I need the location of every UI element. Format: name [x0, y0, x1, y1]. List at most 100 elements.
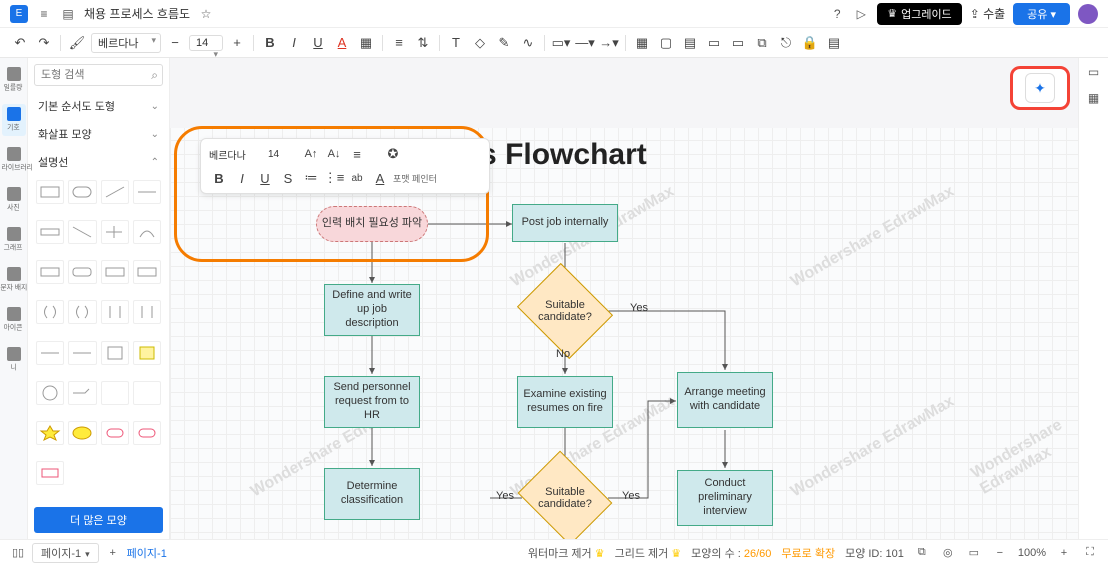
shape-cell[interactable] [68, 260, 96, 284]
shape-cell[interactable] [68, 300, 96, 324]
increase-font-icon[interactable]: + [227, 33, 247, 53]
canvas[interactable]: Wondershare EdrawMax Wondershare EdrawMa… [170, 58, 1078, 539]
decrease-size-icon[interactable]: A↓ [324, 144, 344, 164]
category-0[interactable]: 기본 순서도 도형⌄ [28, 92, 169, 120]
ai-button[interactable]: ✦ [1025, 73, 1055, 103]
shape-cell[interactable] [101, 180, 129, 204]
line-spacing-icon[interactable]: ⇅ [413, 33, 433, 53]
free-expand[interactable]: 무료로 확장 [781, 545, 835, 561]
strike-icon[interactable]: S [278, 168, 298, 188]
document-title[interactable]: 채용 프로세스 흐름도 [84, 5, 190, 22]
bold-icon[interactable]: B [260, 33, 280, 53]
format-painter-icon[interactable]: 🖌 [67, 33, 87, 53]
shape-cell[interactable] [133, 180, 161, 204]
watermark-remove[interactable]: 워터마크 제거 ♛ [528, 545, 605, 561]
more-shapes-button[interactable]: 더 많은 모양 [34, 507, 163, 533]
shape-cell[interactable] [36, 341, 64, 365]
arrow-icon[interactable]: →▾ [599, 33, 619, 53]
shape-cell[interactable] [133, 260, 161, 284]
rail-item-5[interactable]: 문자 배지 [2, 264, 26, 296]
underline-icon[interactable]: U [255, 168, 275, 188]
shape-cell[interactable] [133, 341, 161, 365]
avatar[interactable] [1078, 4, 1098, 24]
float-fontsize-select[interactable]: 14 [268, 149, 298, 160]
node-start[interactable]: 인력 배치 필요성 파악 [316, 206, 428, 242]
search-input[interactable] [34, 64, 163, 86]
font-color-icon[interactable]: A [332, 33, 352, 53]
shape-cell[interactable] [101, 341, 129, 365]
shape-cell[interactable] [68, 421, 96, 445]
play-icon[interactable]: ▷ [853, 6, 869, 22]
target-icon[interactable]: ◎ [940, 545, 956, 561]
redo-icon[interactable]: ↷ [34, 33, 54, 53]
rail-item-1[interactable]: 기호 [2, 104, 26, 136]
shape-cell[interactable] [36, 180, 64, 204]
connector-icon[interactable]: ∿ [518, 33, 538, 53]
shape-cell[interactable] [36, 260, 64, 284]
node-post[interactable]: Post job internally [512, 204, 618, 242]
align-icon[interactable]: ≡ [389, 33, 409, 53]
shape-cell[interactable] [101, 300, 129, 324]
star-icon[interactable]: ☆ [198, 6, 214, 22]
category-1[interactable]: 화살표 모양⌄ [28, 120, 169, 148]
rail-item-4[interactable]: 그래프 [2, 224, 26, 256]
zoom-value[interactable]: 100% [1018, 547, 1046, 559]
abc-icon[interactable]: ab [347, 168, 367, 188]
shape-cell[interactable] [36, 300, 64, 324]
image-icon[interactable]: ▢ [656, 33, 676, 53]
shape-cell[interactable] [133, 421, 161, 445]
node-decision-2[interactable]: Suitable candidate? [528, 468, 602, 528]
underline-icon[interactable]: U [308, 33, 328, 53]
increase-size-icon[interactable]: A↑ [301, 144, 321, 164]
pages-icon[interactable]: ▯▯ [10, 545, 26, 561]
page-select[interactable]: 페이지-1 [32, 543, 99, 563]
link-icon[interactable]: ⎋ [776, 33, 796, 53]
shape-cell[interactable] [68, 341, 96, 365]
fill-icon[interactable]: ▭▾ [551, 33, 571, 53]
node-decision-1[interactable]: Suitable candidate? [528, 280, 602, 342]
shape-cell[interactable] [68, 180, 96, 204]
upgrade-button[interactable]: ♛ 업그레이드 [877, 3, 961, 25]
align-icon[interactable]: ≡ [347, 144, 367, 164]
rail-item-2[interactable]: 내 라이브러리 [2, 144, 26, 176]
shape-cell[interactable] [36, 381, 64, 405]
app-logo[interactable]: E [10, 5, 28, 23]
node-examine[interactable]: Examine existing resumes on fire [517, 376, 613, 428]
attach-icon[interactable]: ⧉ [752, 33, 772, 53]
italic-icon[interactable]: I [232, 168, 252, 188]
node-define[interactable]: Define and write up job description [324, 284, 420, 336]
help-icon[interactable]: ? [829, 6, 845, 22]
rail-item-6[interactable]: 아이콘 [2, 304, 26, 336]
numbered-list-icon[interactable]: ≔ [301, 168, 321, 188]
rail-item-3[interactable]: 사진 [2, 184, 26, 216]
decrease-font-icon[interactable]: − [165, 33, 185, 53]
bullet-list-icon[interactable]: ⋮≡ [324, 168, 344, 188]
zoom-in-icon[interactable]: + [1056, 545, 1072, 561]
note-icon[interactable]: ▭ [728, 33, 748, 53]
node-arrange[interactable]: Arrange meeting with candidate [677, 372, 773, 428]
add-page-icon[interactable]: + [105, 545, 121, 561]
share-button[interactable]: 공유 ▾ [1013, 3, 1070, 25]
page-current[interactable]: 페이지-1 [127, 545, 167, 561]
table-icon[interactable]: ▦ [632, 33, 652, 53]
search-icon[interactable]: ⌕ [151, 68, 158, 83]
shape-icon[interactable]: ◇ [470, 33, 490, 53]
node-interview[interactable]: Conduct preliminary interview [677, 470, 773, 526]
shape-cell[interactable] [36, 421, 64, 445]
shape-cell[interactable] [101, 260, 129, 284]
shape-cell[interactable] [133, 381, 161, 405]
shape-cell[interactable] [133, 300, 161, 324]
category-2[interactable]: 설명선⌃ [28, 148, 169, 176]
text-icon[interactable]: T [446, 33, 466, 53]
container-icon[interactable]: ▭ [704, 33, 724, 53]
highlight-icon[interactable]: ▦ [356, 33, 376, 53]
font-size-select[interactable]: 14 [189, 35, 223, 51]
export-button[interactable]: ⇪ 수출 [970, 5, 1005, 22]
format-painter-icon[interactable]: ✪ [383, 144, 403, 164]
rail-item-0[interactable]: 일률량 [2, 64, 26, 96]
font-color-icon[interactable]: A [370, 168, 390, 188]
node-request[interactable]: Send personnel request from to HR [324, 376, 420, 428]
lock-icon[interactable]: 🔒 [800, 33, 820, 53]
chart-icon[interactable]: ▤ [680, 33, 700, 53]
shape-cell[interactable] [101, 421, 129, 445]
